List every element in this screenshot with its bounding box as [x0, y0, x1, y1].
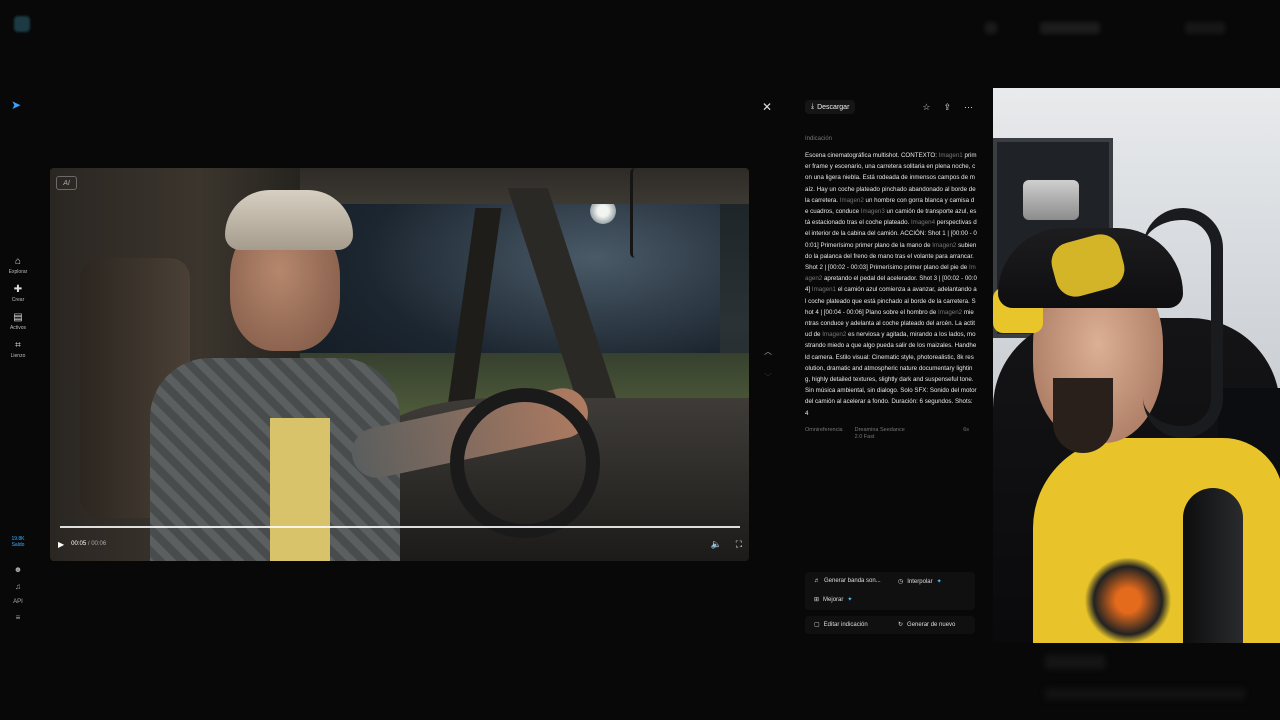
image-reference-tag[interactable]: Imagen1 [812, 286, 838, 293]
soundtrack-label: Generar banda son... [824, 578, 881, 584]
interpolate-button[interactable]: ◷ Interpolar ✦ [898, 578, 942, 586]
cursor-arrow-icon: ➤ [11, 98, 22, 112]
enhance-icon: ⊞ [814, 597, 820, 603]
star-icon[interactable]: ☆ [922, 102, 930, 113]
edit-icon: ▢ [814, 622, 820, 628]
share-icon[interactable]: ⇪ [943, 102, 951, 113]
image-reference-tag[interactable]: Imagen4 [911, 219, 937, 226]
prompt-segment: Escena cinematográfica multishot. CONTEX… [805, 152, 939, 159]
webcam-microphone [1183, 488, 1243, 643]
sidebar-item-label: Explorar [8, 269, 28, 275]
blurred-icons [1185, 22, 1225, 34]
play-icon[interactable]: ▶ [58, 540, 64, 549]
api-link[interactable]: API [13, 599, 23, 605]
webcam-tshirt-print [1083, 558, 1173, 643]
assets-icon: ▤ [13, 312, 23, 323]
credits-balance[interactable]: 19.8K Saldo [6, 536, 30, 548]
download-icon: ⤓ [811, 103, 815, 110]
chevron-down-icon[interactable]: ﹀ [764, 372, 772, 383]
more-icon[interactable]: ⋯ [964, 102, 973, 113]
details-panel: ⤓ Descargar ☆ ⇪ ⋯ Indicación Escena cine… [805, 98, 977, 441]
blurred-button [1040, 22, 1100, 34]
download-button[interactable]: ⤓ Descargar [805, 100, 856, 114]
regenerate-button[interactable]: ↻ Generar de nuevo [898, 621, 956, 629]
actions-card: ♬ Generar banda son... ◷ Interpolar ✦ ⊞ … [805, 572, 975, 610]
download-label: Descargar [817, 103, 850, 111]
duration-time: 00:06 [91, 541, 107, 547]
app-root: ➤ ⌂ Explorar ✚ Crear ▤ Activos ⌗ Lienzo … [0, 0, 1280, 720]
video-time: 00:05 / 00:06 [71, 541, 107, 547]
create-icon: ✚ [13, 284, 23, 295]
current-time: 00:05 [71, 541, 87, 547]
credits-label: Saldo [11, 542, 25, 548]
menu-icon[interactable]: ≡ [16, 613, 21, 622]
sidebar-item-lienzo[interactable]: ⌗ Lienzo [0, 340, 36, 368]
prompt-text: Escena cinematográfica multishot. CONTEX… [805, 150, 977, 419]
chevron-up-icon[interactable]: ︿ [764, 346, 772, 357]
sidebar-item-crear[interactable]: ✚ Crear [0, 284, 36, 312]
video-frame-cord [630, 168, 640, 258]
regenerate-label: Generar de nuevo [907, 621, 956, 628]
generation-meta: Omnireferencia Dreamina Seedance 2.0 Fas… [805, 427, 977, 441]
avatar-icon[interactable]: ☻ [14, 565, 22, 574]
enhance-button[interactable]: ⊞ Mejorar ✦ [814, 596, 853, 604]
edit-prompt-label: Editar indicación [823, 621, 868, 628]
video-frame-driver-cap [225, 190, 353, 250]
panel-actions: ☆ ⇪ ⋯ [922, 102, 973, 113]
image-reference-tag[interactable]: Imagen2 [932, 242, 958, 249]
edit-actions-card: ▢ Editar indicación ↻ Generar de nuevo [805, 616, 975, 634]
image-reference-tag[interactable]: Imagen2 [822, 331, 848, 338]
sidebar-item-label: Lienzo [10, 353, 26, 359]
image-reference-tag[interactable]: Imagen2 [938, 309, 964, 316]
blurred-icon [985, 22, 997, 34]
refresh-icon: ↻ [898, 622, 904, 628]
interpolate-icon: ◷ [898, 579, 904, 585]
video-controls-right: 🔈 ⛶ [710, 539, 742, 550]
video-controls: ▶ 00:05 / 00:06 🔈 ⛶ [58, 536, 742, 552]
canvas-icon: ⌗ [15, 340, 21, 351]
bell-icon[interactable]: ♫ [15, 582, 21, 591]
sparkle-icon: ✦ [847, 597, 853, 603]
music-icon: ♬ [814, 578, 820, 584]
webcam-play-button-award [1023, 180, 1079, 220]
image-reference-tag[interactable]: Imagen1 [939, 152, 965, 159]
panel-toolbar: ⤓ Descargar ☆ ⇪ ⋯ [805, 98, 977, 116]
prompt-segment: es nerviosa y agitada, mirando a los lad… [805, 331, 977, 417]
model-line1: Dreamina Seedance [854, 426, 905, 433]
ai-badge: AI [56, 176, 77, 190]
video-player[interactable] [50, 168, 749, 561]
generate-soundtrack-button[interactable]: ♬ Generar banda son... [814, 578, 881, 584]
edit-prompt-button[interactable]: ▢ Editar indicación [814, 621, 868, 629]
duration-label: 6s [963, 426, 969, 433]
webcam-overlay [993, 88, 1280, 643]
reference-label: Omnireferencia [805, 426, 843, 433]
model-line2: 2.0 Fast [854, 433, 875, 440]
sidebar-item-label: Crear [11, 297, 25, 303]
webcam-beard [1053, 378, 1113, 453]
blurred-element [1045, 688, 1245, 700]
sidebar-bottom: ☻ ♫ API ≡ [0, 565, 36, 622]
sidebar-nav: ⌂ Explorar ✚ Crear ▤ Activos ⌗ Lienzo [0, 256, 36, 368]
sidebar-item-activos[interactable]: ▤ Activos [0, 312, 36, 340]
volume-icon[interactable]: 🔈 [710, 539, 721, 550]
enhance-label: Mejorar [823, 596, 844, 603]
fullscreen-icon[interactable]: ⛶ [736, 539, 742, 550]
app-logo[interactable] [14, 16, 30, 32]
video-progress-bar[interactable] [60, 526, 740, 528]
image-reference-tag[interactable]: Imagen2 [840, 197, 866, 204]
sidebar: ➤ ⌂ Explorar ✚ Crear ▤ Activos ⌗ Lienzo … [0, 0, 36, 720]
sidebar-item-label: Activos [9, 325, 27, 331]
home-icon: ⌂ [14, 256, 22, 267]
sidebar-item-explorar[interactable]: ⌂ Explorar [0, 256, 36, 284]
blurred-element [1045, 655, 1105, 669]
sparkle-icon: ✦ [936, 579, 942, 585]
prompt-section-label: Indicación [805, 136, 833, 142]
webcam-headset [1143, 208, 1223, 438]
close-icon[interactable]: ✕ [762, 100, 772, 114]
model-name: Dreamina Seedance 2.0 Fast [855, 427, 905, 441]
video-frame-steering-wheel [450, 388, 600, 538]
image-reference-tag[interactable]: Imagen3 [861, 208, 887, 215]
interpolate-label: Interpolar [907, 578, 933, 585]
